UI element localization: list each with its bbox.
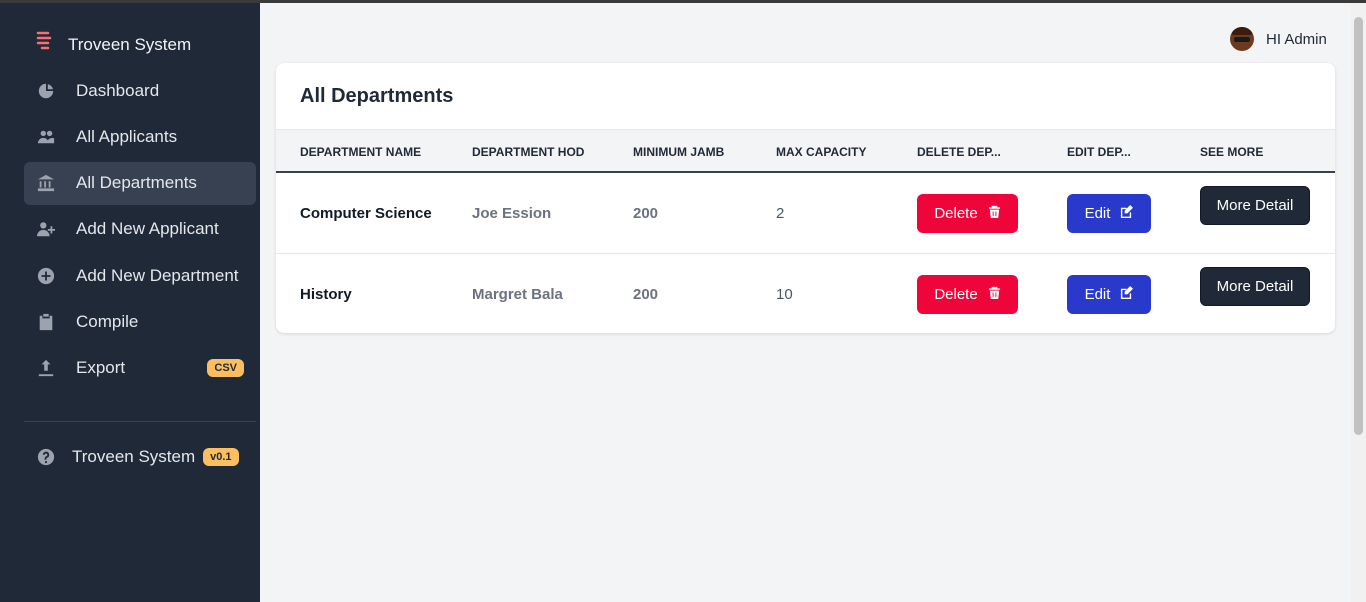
trash-icon xyxy=(988,205,1001,222)
edit-button[interactable]: Edit xyxy=(1067,194,1151,233)
sidebar-item-label: Add New Applicant xyxy=(76,219,219,239)
sidebar-item-label: Add New Department xyxy=(76,265,239,285)
sidebar-item-export[interactable]: Export CSV xyxy=(24,347,256,390)
minimum-jamb: 200 xyxy=(633,286,659,303)
edit-icon xyxy=(1120,205,1134,222)
column-header-minimum-jamb: Minimum Jamb xyxy=(633,145,725,159)
sidebar-item-compile[interactable]: Compile xyxy=(24,300,256,343)
sidebar-item-label: All Applicants xyxy=(76,126,178,146)
max-capacity: 10 xyxy=(776,286,793,303)
more-detail-button[interactable]: More Detail xyxy=(1200,186,1310,225)
sidebar-item-dashboard[interactable]: Dashboard xyxy=(24,69,256,112)
department-name: Computer Science xyxy=(300,205,432,222)
delete-button[interactable]: Delete xyxy=(917,194,1018,233)
column-header-department-name: Department Name xyxy=(300,145,422,159)
table-header: Department Name Department HOD Minimum J… xyxy=(276,129,1335,173)
page-title: All Departments xyxy=(300,85,454,107)
max-capacity: 2 xyxy=(776,205,785,222)
column-header-edit: Edit Dep... xyxy=(1067,145,1131,159)
sidebar-item-label: All Departments xyxy=(76,173,197,193)
more-detail-button[interactable]: More Detail xyxy=(1200,267,1310,306)
brand[interactable]: Troveen System xyxy=(36,31,191,58)
delete-button-label: Delete xyxy=(934,286,978,303)
column-header-max-capacity: Max Capacity xyxy=(776,145,867,159)
building-icon xyxy=(36,173,56,193)
users-icon xyxy=(36,127,56,147)
brand-logo-icon xyxy=(36,31,54,58)
avatar xyxy=(1230,27,1254,51)
sidebar-nav: Dashboard All Applicants All Departments… xyxy=(24,69,256,393)
chart-pie-icon xyxy=(36,81,56,101)
departments-card: All Departments Department Name Departme… xyxy=(276,63,1335,333)
column-header-department-hod: Department HOD xyxy=(472,145,585,159)
table-row: History Margret Bala 200 10 Delete Edit … xyxy=(276,253,1335,333)
sidebar-item-label: Dashboard xyxy=(76,80,160,100)
sidebar-item-all-departments[interactable]: All Departments xyxy=(24,161,256,205)
plus-circle-icon xyxy=(36,266,56,286)
column-header-delete: Delete Dep... xyxy=(917,145,1001,159)
minimum-jamb: 200 xyxy=(633,205,659,222)
trash-icon xyxy=(988,286,1001,303)
sidebar-divider xyxy=(24,421,256,422)
department-name: History xyxy=(300,286,352,303)
edit-button-label: Edit xyxy=(1084,205,1111,222)
table-row: Computer Science Joe Ession 200 2 Delete… xyxy=(276,173,1335,253)
question-circle-icon xyxy=(36,447,56,467)
sidebar-item-all-applicants[interactable]: All Applicants xyxy=(24,115,256,158)
edit-button-label: Edit xyxy=(1084,286,1111,303)
sidebar-item-label: Compile xyxy=(76,311,139,331)
edit-icon xyxy=(1120,286,1134,303)
department-hod: Joe Ession xyxy=(472,205,552,222)
scrollbar-thumb[interactable] xyxy=(1354,17,1363,435)
delete-button[interactable]: Delete xyxy=(917,275,1018,314)
user-menu[interactable]: HI Admin xyxy=(1230,27,1327,51)
sidebar-item-add-new-applicant[interactable]: Add New Applicant xyxy=(24,208,256,251)
version-badge: v0.1 xyxy=(203,448,239,466)
window-top-border xyxy=(0,0,1366,3)
user-add-icon xyxy=(36,219,56,239)
clipboard-icon xyxy=(36,312,56,332)
delete-button-label: Delete xyxy=(934,205,978,222)
sidebar-item-label: Export xyxy=(76,358,126,378)
sidebar-footer[interactable]: Troveen System v0.1 xyxy=(36,447,244,467)
csv-badge: CSV xyxy=(207,359,244,378)
column-header-see-more: See More xyxy=(1200,145,1264,159)
sidebar-item-add-new-department[interactable]: Add New Department xyxy=(24,254,256,297)
department-hod: Margret Bala xyxy=(472,286,563,303)
page-scrollbar[interactable] xyxy=(1351,3,1366,602)
edit-button[interactable]: Edit xyxy=(1067,275,1151,314)
brand-name: Troveen System xyxy=(68,34,192,54)
footer-label: Troveen System xyxy=(72,447,196,466)
sidebar: Troveen System Dashboard All Applicants … xyxy=(0,3,260,602)
upload-icon xyxy=(36,358,56,378)
user-greeting: HI Admin xyxy=(1266,30,1327,48)
